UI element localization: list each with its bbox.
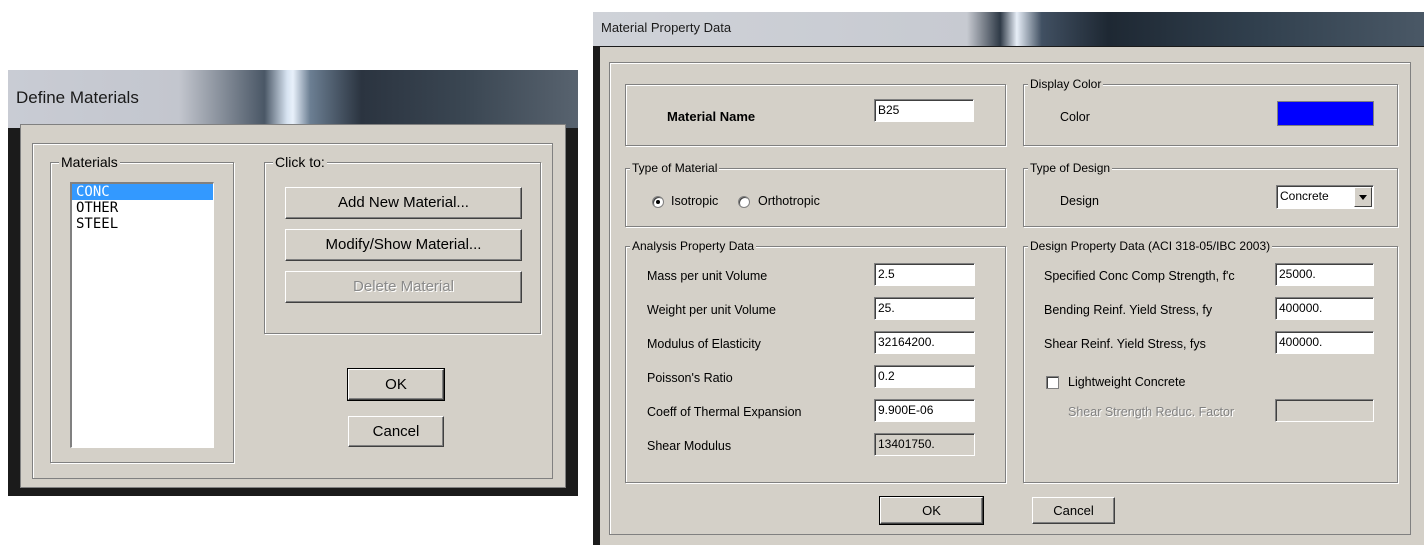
analysis-property-group: Analysis Property Data Mass per unit Vol… (625, 238, 1006, 483)
type-of-material-group: Type of Material Isotropic Orthotropic (625, 160, 1006, 227)
poissons-ratio-field[interactable]: 0.2 (874, 365, 975, 388)
shear-reduc-field (1275, 399, 1374, 422)
display-color-group-label: Display Color (1028, 76, 1104, 92)
color-label: Color (1060, 110, 1090, 124)
design-label: Design (1060, 194, 1099, 208)
shear-yield-field[interactable]: 400000. (1275, 331, 1374, 354)
modulus-elasticity-field[interactable]: 32164200. (874, 331, 975, 354)
mass-per-volume-label: Mass per unit Volume (647, 269, 768, 283)
define-materials-title: Define Materials (16, 88, 139, 107)
design-select-value: Concrete (1280, 189, 1329, 203)
type-of-design-group-label: Type of Design (1028, 160, 1113, 176)
materials-group: Materials CONC OTHER STEEL (50, 154, 234, 463)
design-property-group: Design Property Data (ACI 318-05/IBC 200… (1023, 238, 1398, 483)
materials-listbox[interactable]: CONC OTHER STEEL (70, 182, 214, 448)
weight-per-volume-label: Weight per unit Volume (647, 303, 777, 317)
bending-yield-label: Bending Reinf. Yield Stress, fy (1044, 303, 1213, 317)
bending-yield-field[interactable]: 400000. (1275, 297, 1374, 320)
material-name-frame: Material Name B25 (625, 84, 1006, 146)
mass-per-volume-field[interactable]: 2.5 (874, 263, 975, 286)
lightweight-concrete-checkbox[interactable] (1046, 376, 1059, 389)
poissons-ratio-label: Poisson's Ratio (647, 371, 733, 385)
design-select[interactable]: Concrete (1276, 185, 1374, 209)
orthotropic-radio[interactable] (738, 196, 750, 208)
isotropic-label: Isotropic (671, 194, 719, 208)
click-to-group: Click to: Add New Material... Modify/Sho… (264, 154, 541, 334)
list-item[interactable]: STEEL (72, 216, 213, 232)
shear-modulus-label: Shear Modulus (647, 439, 732, 453)
analysis-property-group-label: Analysis Property Data (630, 238, 757, 254)
cancel-button[interactable]: Cancel (348, 416, 444, 447)
conc-strength-field[interactable]: 25000. (1275, 263, 1374, 286)
design-property-group-label: Design Property Data (ACI 318-05/IBC 200… (1028, 238, 1273, 254)
shear-modulus-field: 13401750. (874, 433, 975, 456)
display-color-group: Display Color Color (1023, 76, 1398, 146)
material-property-title: Material Property Data (601, 20, 732, 35)
define-materials-window: Define Materials Materials CONC OTHER ST… (8, 70, 578, 496)
list-item[interactable]: OTHER (72, 200, 213, 216)
material-name-label: Material Name (667, 109, 756, 124)
thermal-expansion-label: Coeff of Thermal Expansion (647, 405, 802, 419)
material-name-field[interactable]: B25 (874, 99, 974, 122)
thermal-expansion-field[interactable]: 9.900E-06 (874, 399, 975, 422)
material-property-titlebar[interactable]: Material Property Data (593, 12, 1424, 46)
modify-show-material-button[interactable]: Modify/Show Material... (285, 229, 522, 261)
cancel-button[interactable]: Cancel (1032, 497, 1115, 524)
shear-reduc-label: Shear Strength Reduc. Factor (1068, 405, 1235, 419)
type-of-design-group: Type of Design Design Concrete (1023, 160, 1398, 227)
weight-per-volume-field[interactable]: 25. (874, 297, 975, 320)
conc-strength-label: Specified Conc Comp Strength, f'c (1044, 269, 1235, 283)
isotropic-radio[interactable] (652, 196, 664, 208)
orthotropic-label: Orthotropic (758, 194, 820, 208)
delete-material-button[interactable]: Delete Material (285, 271, 522, 303)
list-item[interactable]: CONC (72, 184, 213, 200)
material-property-panel: Material Name B25 Display Color Color Ty… (609, 62, 1411, 535)
define-materials-titlebar[interactable]: Define Materials (8, 70, 578, 128)
define-materials-frame: Materials CONC OTHER STEEL Click to: Add… (32, 143, 553, 479)
add-new-material-button[interactable]: Add New Material... (285, 187, 522, 219)
define-materials-client: Materials CONC OTHER STEEL Click to: Add… (20, 124, 566, 488)
shear-yield-label: Shear Reinf. Yield Stress, fys (1044, 337, 1206, 351)
modulus-elasticity-label: Modulus of Elasticity (647, 337, 761, 351)
type-of-material-group-label: Type of Material (630, 160, 720, 176)
material-property-window: Material Property Data Material Name B25… (593, 12, 1424, 545)
material-property-client: Material Name B25 Display Color Color Ty… (600, 47, 1424, 545)
materials-group-label: Materials (59, 154, 120, 170)
color-swatch[interactable] (1277, 101, 1374, 126)
click-to-group-label: Click to: (273, 154, 327, 170)
ok-button[interactable]: OK (347, 368, 445, 401)
chevron-down-icon[interactable] (1354, 187, 1372, 207)
lightweight-concrete-label: Lightweight Concrete (1068, 375, 1186, 389)
ok-button[interactable]: OK (879, 496, 984, 525)
